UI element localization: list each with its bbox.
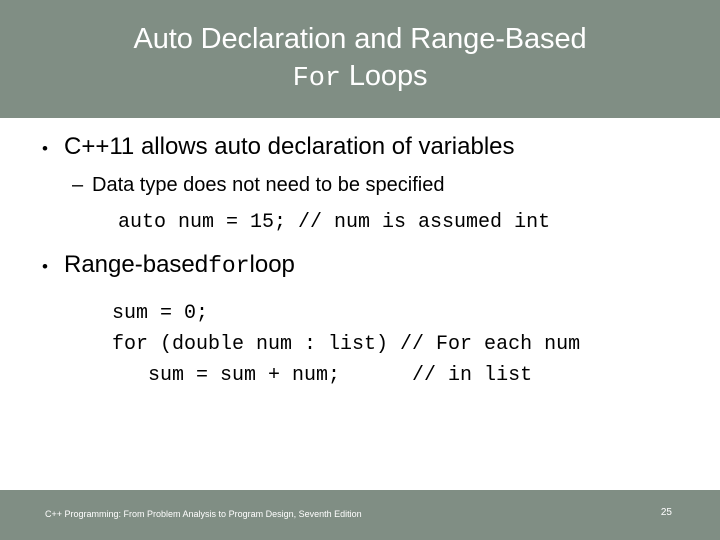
bullet-item-2-label-after: loop xyxy=(249,251,295,278)
footer-banner: C++ Programming: From Problem Analysis t… xyxy=(0,490,720,540)
slide-title-line-1: Auto Declaration and Range-Based xyxy=(133,22,587,55)
bullet-marker-icon: • xyxy=(42,257,48,276)
bullet-item-2-label-before: Range-based xyxy=(64,251,209,278)
sub-bullet-item-1: – Data type does not need to be specifie… xyxy=(72,172,694,198)
code-line-3: sum = sum + num; // in list xyxy=(112,364,533,387)
footer-page-number: 25 xyxy=(660,507,672,518)
code-snippet-auto: auto num = 15; // num is assumed int xyxy=(118,211,551,234)
bullet-item-2: • Range-based for loop xyxy=(42,250,694,282)
slide: Auto Declaration and Range-Based For Loo… xyxy=(0,0,720,540)
footer-attribution: C++ Programming: From Problem Analysis t… xyxy=(45,509,362,519)
slide-title-keyword: For xyxy=(292,63,341,94)
sub-bullet-item-1-label: Data type does not need to be specified xyxy=(92,174,445,196)
slide-body: • C++11 allows auto declaration of varia… xyxy=(0,118,720,490)
bullet-marker-icon: • xyxy=(42,139,48,158)
bullet-item-1: • C++11 allows auto declaration of varia… xyxy=(42,132,694,164)
dash-marker-icon: – xyxy=(72,174,84,196)
code-line-2: for (double num : list) // For each num xyxy=(112,333,581,356)
title-banner: Auto Declaration and Range-Based For Loo… xyxy=(0,0,720,118)
slide-title-line-2-rest: Loops xyxy=(340,59,428,92)
bullet-item-1-label: C++11 allows auto declaration of variabl… xyxy=(64,133,515,160)
code-snippet-range-for: sum = 0; for (double num : list) // For … xyxy=(112,298,694,391)
slide-title-line-2: For Loops xyxy=(293,58,428,98)
bullet-item-2-keyword: for xyxy=(208,253,250,279)
code-line-1: sum = 0; xyxy=(112,302,209,325)
